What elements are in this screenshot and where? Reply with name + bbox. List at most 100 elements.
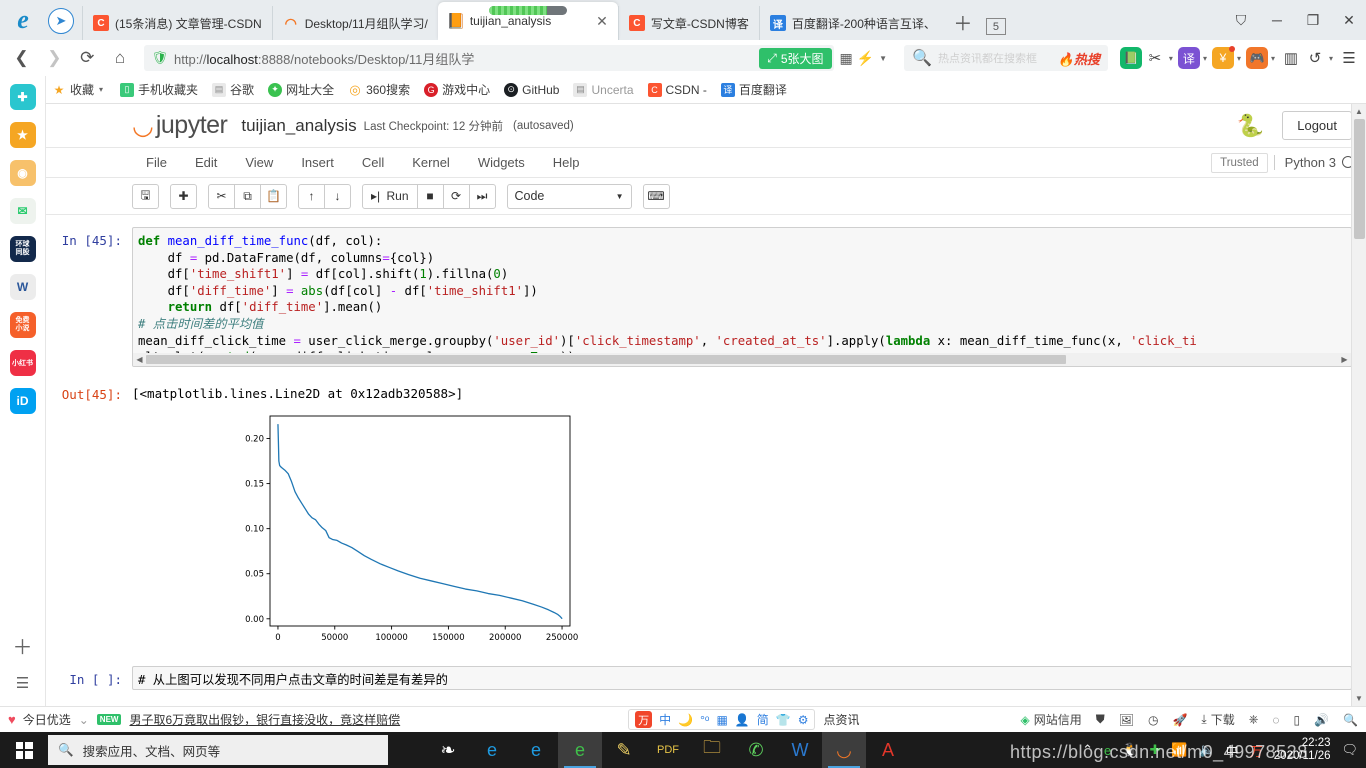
bookmark-google[interactable]: ▤ 谷歌	[206, 79, 260, 100]
iqiyi-icon[interactable]: iD	[9, 388, 36, 414]
forward-icon[interactable]: ❯	[39, 43, 70, 73]
close-icon[interactable]: ✕	[590, 13, 608, 30]
browser-nav-badge-icon[interactable]: ➤	[48, 8, 74, 34]
web-credit-item[interactable]: ◈ 网站信用	[1020, 711, 1081, 728]
code-editor[interactable]: def mean_diff_time_func(df, col): df = p…	[132, 227, 1352, 367]
bookmark-360-search[interactable]: ◎ 360搜索	[342, 79, 416, 100]
command-palette-button[interactable]: ⌨	[642, 183, 670, 209]
menu-insert[interactable]: Insert	[287, 150, 348, 175]
vpn-icon[interactable]: ⎈	[1249, 712, 1259, 727]
hot-search-label[interactable]: 🔥热搜	[1058, 49, 1100, 68]
ime-skin-icon[interactable]: 👕	[776, 713, 791, 727]
chevron-down-icon[interactable]: ▼	[879, 54, 887, 63]
url-input[interactable]: 🛡 http://localhost:8888/notebooks/Deskto…	[143, 45, 834, 71]
bookmark-game-center[interactable]: G 游戏中心	[418, 79, 496, 100]
news-headline[interactable]: 男子取6万竟取出假钞，银行直接没收，竟这样赔偿	[129, 711, 400, 728]
menu-cell[interactable]: Cell	[348, 150, 398, 175]
news-brand[interactable]: ♥ 今日优选	[8, 711, 71, 728]
reload-icon[interactable]: ⟳	[72, 43, 103, 73]
copy-cell-button[interactable]: ⧉	[234, 183, 261, 209]
network-icon[interactable]: 📶	[1171, 742, 1187, 758]
word-icon[interactable]: W	[778, 732, 822, 768]
bookmark-favorites[interactable]: ★ 收藏 ▾	[46, 79, 112, 100]
qq-icon[interactable]: 🐧	[1122, 742, 1138, 758]
ime-chinese-mode[interactable]: 中	[659, 711, 671, 728]
free-novel-icon[interactable]: 免费 小说	[9, 312, 36, 338]
home-icon[interactable]: ⌂	[105, 43, 136, 73]
wechat-icon[interactable]: ✆	[734, 732, 778, 768]
cell-type-select[interactable]: Code ▼	[506, 183, 632, 209]
chevron-down-icon[interactable]: ▾	[1237, 54, 1241, 63]
logout-button[interactable]: Logout	[1282, 111, 1352, 140]
paste-cell-button[interactable]: 📋	[260, 183, 287, 209]
tab-restore-icon[interactable]: ⛉	[1224, 5, 1258, 35]
bookmark-mobile[interactable]: ▯ 手机收藏夹	[114, 79, 204, 100]
lightning-icon[interactable]: ⚡	[857, 50, 874, 67]
edge-icon[interactable]: e	[514, 732, 558, 768]
scroll-left-icon[interactable]: ◀	[133, 355, 146, 364]
menu-help[interactable]: Help	[539, 150, 594, 175]
show-hidden-icons-icon[interactable]: ⌃	[1082, 742, 1093, 758]
sogou-icon[interactable]: ❧	[426, 732, 470, 768]
scroll-up-icon[interactable]: ▲	[1352, 104, 1366, 119]
start-button[interactable]	[0, 732, 48, 768]
health-icon[interactable]: ✚	[9, 84, 36, 110]
ime-settings-icon[interactable]: ⚙	[798, 713, 809, 727]
minimize-icon[interactable]: ─	[1260, 5, 1294, 35]
menu-view[interactable]: View	[231, 150, 287, 175]
zoom-icon[interactable]: 🔍	[1343, 713, 1358, 727]
editor-icon[interactable]: ✎	[602, 732, 646, 768]
xiaohongshu-icon[interactable]: 小红书	[9, 350, 36, 376]
chevron-down-icon[interactable]: ▾	[1329, 54, 1333, 63]
scroll-thumb[interactable]	[146, 354, 1066, 364]
browser-tab-0[interactable]: C (15条消息) 文章管理-CSDN	[82, 6, 272, 40]
run-button[interactable]: ▸| Run	[362, 183, 418, 209]
word-doc-icon[interactable]: W	[9, 274, 36, 300]
bookmark-csdn[interactable]: C CSDN -	[642, 81, 713, 99]
jupyter-logo[interactable]: ◡ jupyter	[132, 111, 228, 140]
bookmark-baidu-translate[interactable]: 译 百度翻译	[715, 79, 793, 100]
ie-icon[interactable]: e	[470, 732, 514, 768]
acrobat-icon[interactable]: A	[866, 732, 910, 768]
favorites-star-icon[interactable]: ★	[9, 122, 36, 148]
cleaner-icon[interactable]: ◌	[1272, 713, 1279, 727]
ime-user-icon[interactable]: 👤	[735, 713, 750, 727]
notifications-icon[interactable]: 🗨	[1341, 742, 1358, 758]
taskbar-clock[interactable]: 22:23 2020/11/26	[1274, 737, 1331, 763]
360-browser-icon[interactable]: e	[558, 732, 602, 768]
sogou-tray-icon[interactable]: 万	[1250, 741, 1263, 760]
chevron-down-icon[interactable]: ▾	[1169, 54, 1173, 63]
trusted-badge[interactable]: Trusted	[1211, 152, 1268, 173]
news-tail-label[interactable]: 点资讯	[823, 711, 859, 728]
weibo-icon[interactable]: ◉	[9, 160, 36, 186]
global-stocks-icon[interactable]: 环球 同股	[9, 236, 36, 262]
taskbar-search-input[interactable]: 🔍 搜索应用、文档、网页等	[48, 735, 388, 765]
restart-kernel-button[interactable]: ⟳	[442, 183, 470, 209]
browser-tab-2-active[interactable]: 📙 tuijian_analysis ✕	[437, 2, 618, 40]
code-horizontal-scrollbar[interactable]: ◀ ▶	[133, 352, 1351, 366]
apps-grid-icon[interactable]: ▥	[1280, 47, 1302, 69]
ime-moon-icon[interactable]: 🌙	[678, 713, 693, 727]
stop-button[interactable]: ■	[416, 183, 444, 209]
tab-count-badge[interactable]: 5	[985, 18, 1006, 35]
cut-cell-button[interactable]: ✂	[208, 183, 235, 209]
add-panel-icon[interactable]: ＋	[13, 631, 33, 660]
book-extension-icon[interactable]: 📗	[1119, 47, 1142, 69]
new-tab-button[interactable]: ＋	[946, 10, 980, 40]
search-input[interactable]: 🔍 热点资讯都在搜索框 🔥热搜	[904, 45, 1108, 71]
menu-edit[interactable]: Edit	[181, 150, 231, 175]
kernel-indicator[interactable]: Python 3	[1273, 155, 1354, 170]
shield-icon[interactable]: ⛊	[1096, 712, 1105, 727]
qrcode-icon[interactable]: ▦	[840, 50, 853, 67]
volume-icon[interactable]: 🔈	[1199, 742, 1215, 758]
sound-icon[interactable]: 🔊	[1314, 713, 1329, 727]
expand-news-icon[interactable]: ⌄	[79, 713, 89, 727]
menu-kernel[interactable]: Kernel	[398, 150, 464, 175]
menu-widgets[interactable]: Widgets	[464, 150, 539, 175]
ime-tray-icon[interactable]: 中	[1226, 741, 1239, 760]
browser-tab-1[interactable]: ◠ Desktop/11月组队学习/	[271, 6, 438, 40]
move-cell-up-button[interactable]: ↑	[298, 183, 325, 209]
safe-tray-icon[interactable]: ✚	[1149, 742, 1160, 758]
screenshot-icon[interactable]: 🖼	[1119, 713, 1134, 727]
360-tray-icon[interactable]: e	[1104, 743, 1111, 758]
